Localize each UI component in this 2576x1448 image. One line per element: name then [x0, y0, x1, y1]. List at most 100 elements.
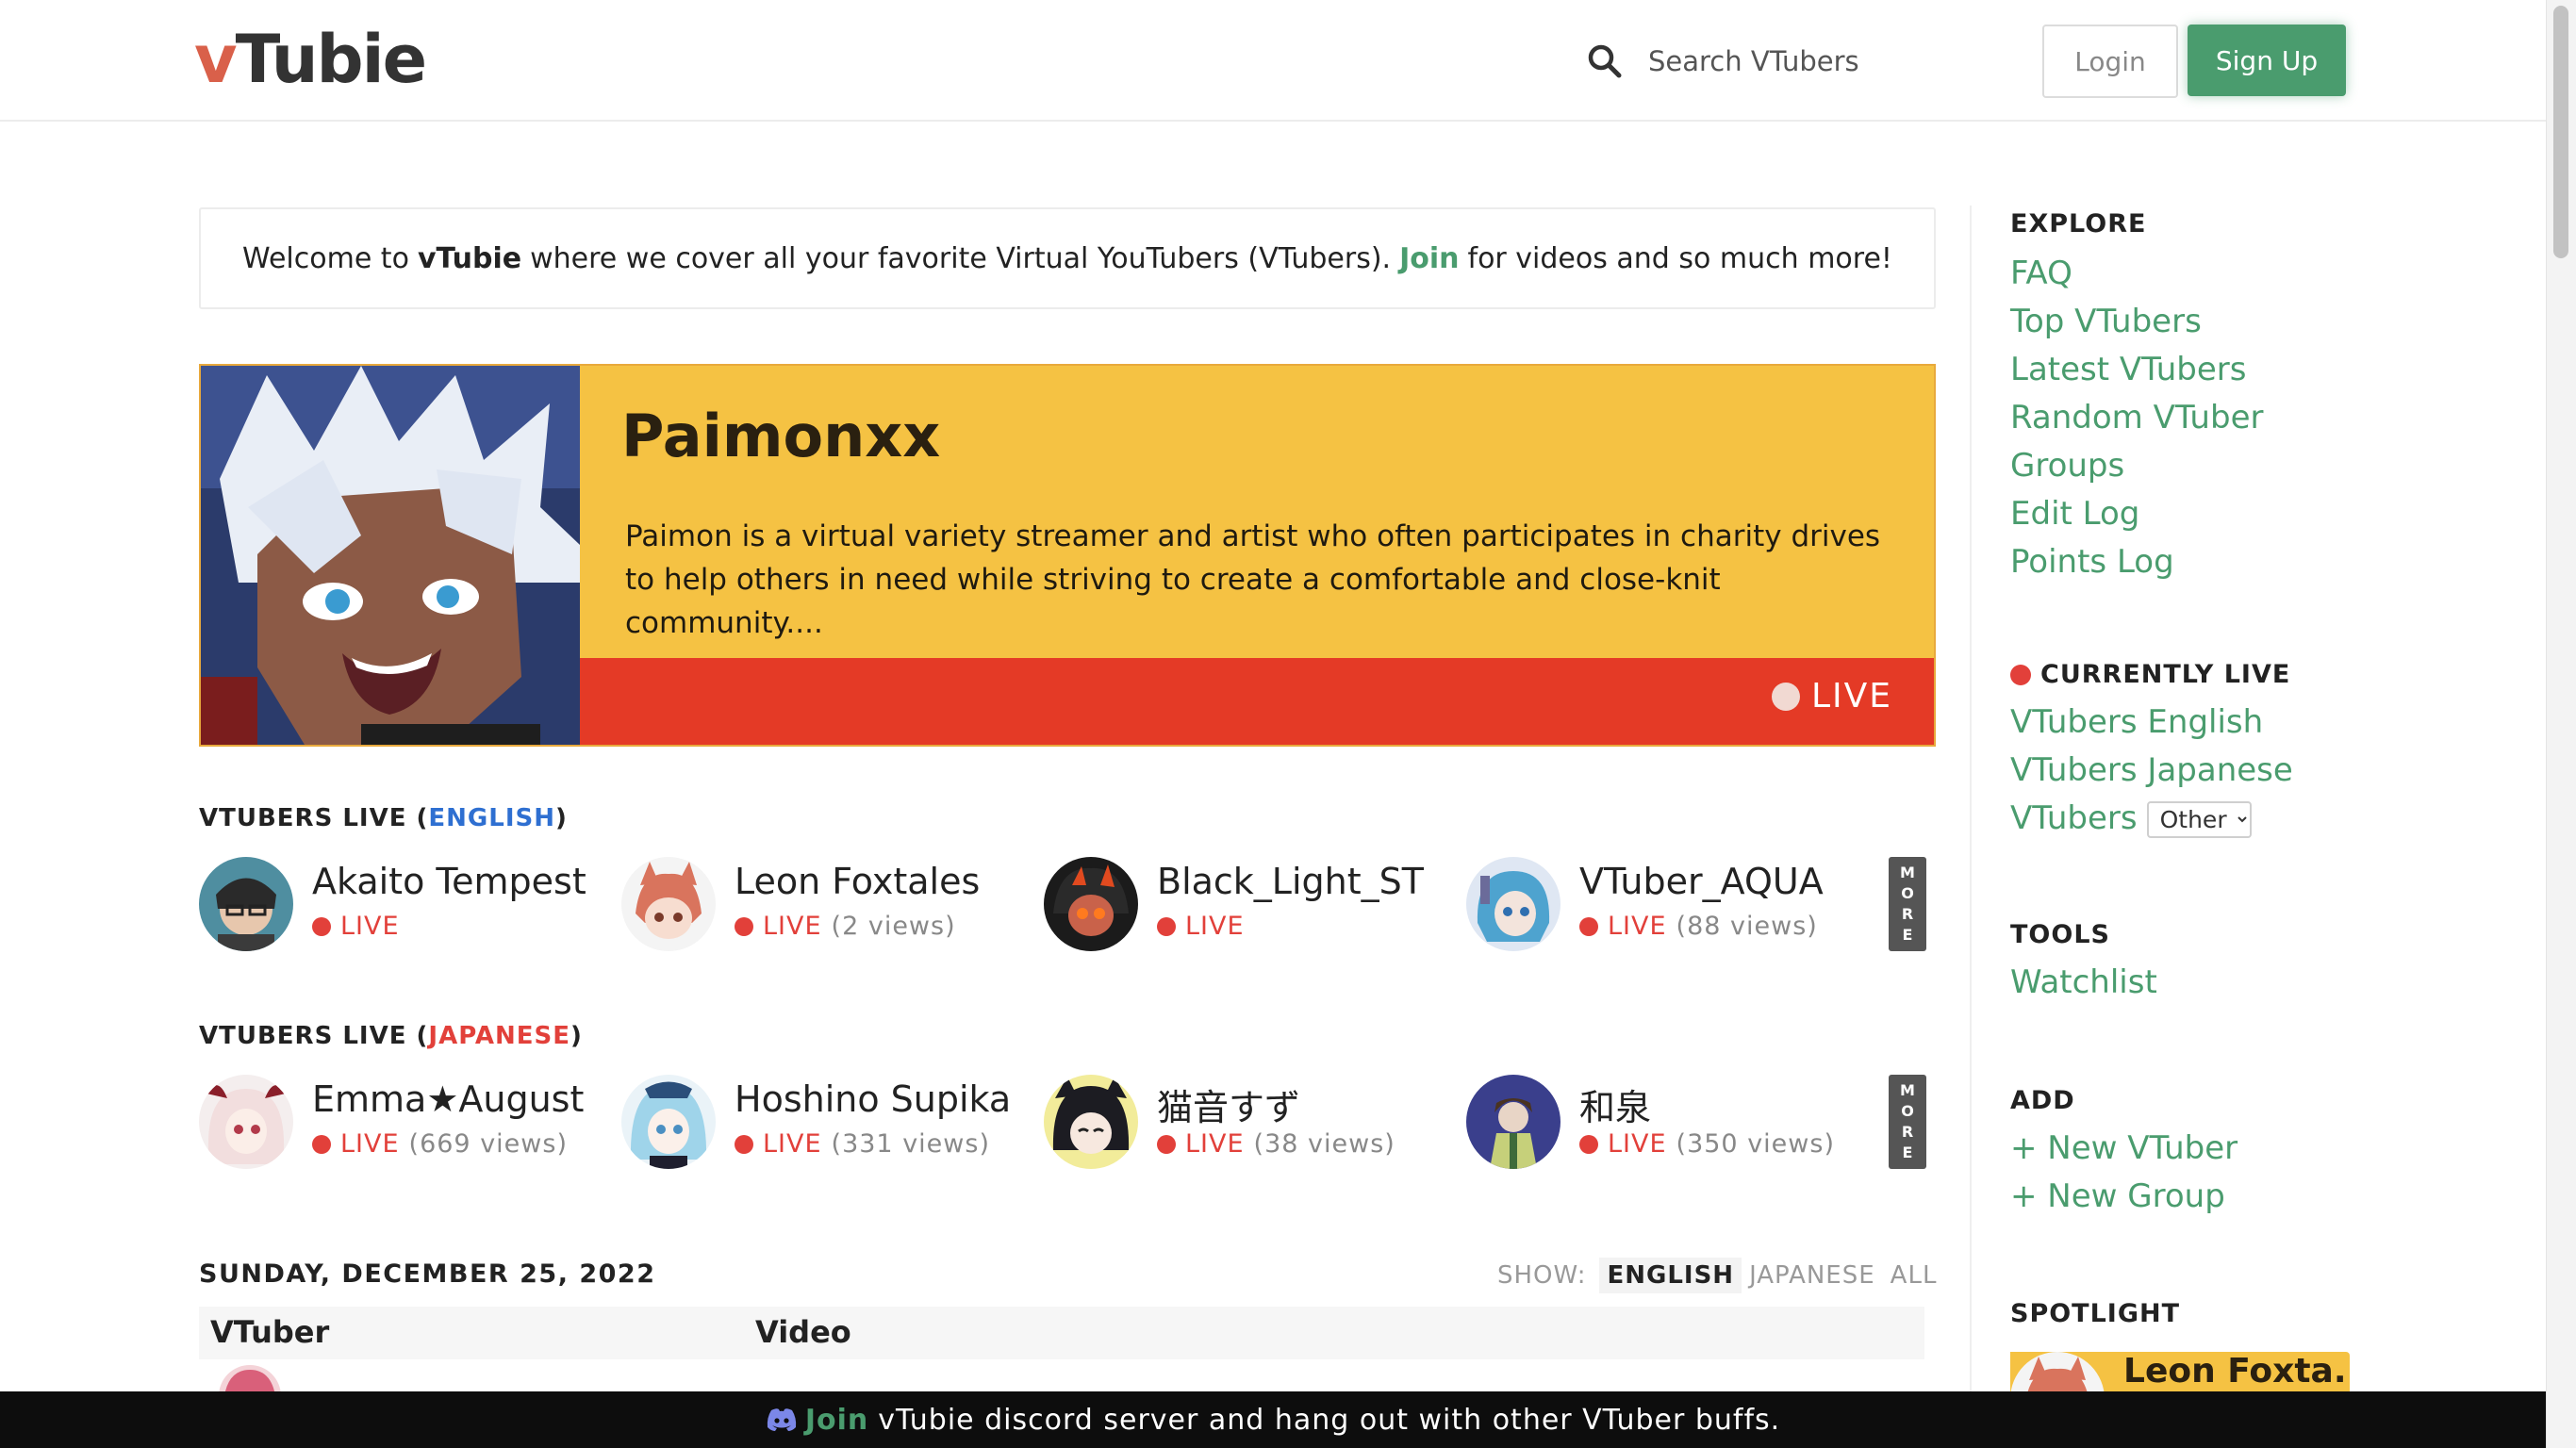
welcome-text-2: where we cover all your favorite Virtual…	[530, 241, 1392, 275]
vtuber-avatar[interactable]	[1044, 857, 1138, 951]
japanese-link[interactable]: JAPANESE	[428, 1022, 570, 1050]
vtuber-name[interactable]: 和泉	[1579, 1078, 1651, 1130]
live-dot-icon	[1579, 1134, 1598, 1154]
more-letter: E	[1902, 926, 1913, 944]
vtuber-avatar[interactable]	[1466, 1075, 1560, 1169]
page-scrollbar[interactable]	[2546, 0, 2576, 1448]
english-link[interactable]: ENGLISH	[428, 804, 555, 832]
live-label: LIVE	[1608, 912, 1667, 941]
show-option-english[interactable]: ENGLISH	[1599, 1258, 1742, 1293]
vtuber-live-status: LIVE (669 views)	[312, 1129, 568, 1159]
vtuber-live-status: LIVE (88 views)	[1579, 912, 1818, 941]
tools-heading: TOOLS	[2010, 920, 2110, 949]
vtuber-avatar[interactable]	[199, 857, 293, 951]
search-input[interactable]	[1646, 44, 1990, 78]
live-dot-icon	[2010, 664, 2031, 685]
featured-vtuber-description: Paimon is a virtual variety streamer and…	[625, 519, 1881, 640]
more-letter: E	[1902, 1144, 1913, 1161]
vtuber-name[interactable]: Hoshino Supika	[735, 1078, 1011, 1120]
logo-text: Tubie	[235, 21, 427, 98]
sidebar-link-top-vtubers[interactable]: Top VTubers	[2010, 298, 2482, 346]
heading-prefix: VTUBERS LIVE (	[199, 1022, 429, 1050]
sidebar-link-vtubers-english[interactable]: VTubers English	[2010, 699, 2482, 747]
vtuber-avatar[interactable]	[621, 857, 716, 951]
spotlight-avatar[interactable]	[2010, 1352, 2105, 1393]
vtuber-live-status: LIVE	[312, 912, 409, 941]
show-option-japanese[interactable]: JAPANESE	[1742, 1258, 1883, 1293]
sidebar-link-points-log[interactable]: Points Log	[2010, 538, 2482, 586]
signup-button[interactable]: Sign Up	[2188, 25, 2346, 96]
live-label: LIVE	[763, 912, 822, 941]
live-label: LIVE	[763, 1129, 822, 1159]
show-filter: SHOW: ENGLISH JAPANESE ALL	[1497, 1258, 1944, 1293]
featured-live-bar[interactable]: LIVE	[580, 658, 1934, 745]
discord-footer-text: vTubie discord server and hang out with …	[878, 1403, 1781, 1437]
more-letter: M	[1900, 864, 1915, 881]
live-dot-icon	[312, 916, 331, 936]
vtuber-name[interactable]: 猫音すず	[1157, 1078, 1300, 1130]
more-letter: R	[1901, 905, 1914, 923]
welcome-banner: Welcome to vTubie where we cover all you…	[199, 207, 1936, 309]
vtuber-name[interactable]: Black_Light_ST	[1157, 861, 1424, 902]
live-dot-icon	[735, 1134, 753, 1154]
vtuber-name[interactable]: Akaito Tempest	[312, 861, 586, 902]
spotlight-name[interactable]: Leon Foxta...	[2123, 1352, 2350, 1390]
vtuber-live-status: LIVE (350 views)	[1579, 1129, 1835, 1159]
sidebar-link-new-group[interactable]: + New Group	[2010, 1173, 2482, 1221]
discord-join-link[interactable]: Join	[805, 1404, 868, 1437]
spotlight-card[interactable]: Leon Foxta...	[2010, 1352, 2350, 1393]
logo-v: v	[194, 21, 238, 98]
live-dot-icon	[1157, 916, 1176, 936]
vtuber-name[interactable]: VTuber_AQUA	[1579, 861, 1824, 902]
show-option-all[interactable]: ALL	[1883, 1258, 1945, 1293]
sidebar-currently-live: CURRENTLY LIVE VTubers English VTubers J…	[2010, 660, 2482, 843]
login-button[interactable]: Login	[2042, 25, 2178, 98]
vtuber-name[interactable]: Emma★August	[312, 1078, 584, 1120]
sidebar-vtubers-other-row: VTubers Other	[2010, 795, 2482, 843]
currently-live-heading: CURRENTLY LIVE	[2010, 660, 2482, 689]
sidebar-link-vtubers-japanese[interactable]: VTubers Japanese	[2010, 747, 2482, 795]
featured-vtuber-name[interactable]: Paimonxx	[621, 402, 940, 470]
sidebar-link-latest-vtubers[interactable]: Latest VTubers	[2010, 346, 2482, 394]
sidebar-link-groups[interactable]: Groups	[2010, 442, 2482, 490]
show-label: SHOW:	[1497, 1261, 1587, 1290]
vtuber-avatar[interactable]	[199, 1075, 293, 1169]
sidebar-tools: TOOLS Watchlist	[2010, 920, 2482, 1007]
sidebar-link-faq[interactable]: FAQ	[2010, 250, 2482, 298]
vtuber-avatar[interactable]	[1044, 1075, 1138, 1169]
top-navbar: vTubie Login Sign Up	[0, 0, 2546, 122]
search-bar	[1586, 38, 1990, 85]
vtuber-avatar[interactable]	[1466, 857, 1560, 951]
heading-suffix: )	[570, 1022, 583, 1050]
sidebar-link-watchlist[interactable]: Watchlist	[2010, 959, 2482, 1007]
live-dot-icon	[1771, 682, 1800, 711]
vtubie-logo[interactable]: vTubie	[194, 21, 427, 98]
live-label: LIVE	[340, 1129, 400, 1159]
featured-vtuber-card[interactable]: Paimonxx Paimon is a virtual variety str…	[199, 364, 1936, 747]
live-dot-icon	[312, 1134, 331, 1154]
discord-icon	[767, 1408, 796, 1431]
live-dot-icon	[1579, 916, 1598, 936]
vtuber-live-status: LIVE (38 views)	[1157, 1129, 1395, 1159]
vtuber-avatar[interactable]	[621, 1075, 716, 1169]
view-count: (88 views)	[1676, 912, 1818, 941]
more-english-button[interactable]: M O R E	[1889, 857, 1926, 951]
sidebar-link-new-vtuber[interactable]: + New VTuber	[2010, 1125, 2482, 1173]
scrollbar-thumb[interactable]	[2553, 6, 2568, 258]
sidebar-link-vtubers[interactable]: VTubers	[2010, 799, 2138, 837]
vtuber-name[interactable]: Leon Foxtales	[735, 861, 980, 902]
featured-vtuber-image[interactable]	[201, 366, 580, 745]
live-english-heading: VTUBERS LIVE (ENGLISH)	[199, 804, 568, 832]
spotlight-heading: SPOTLIGHT	[2010, 1299, 2181, 1328]
search-icon[interactable]	[1586, 42, 1624, 80]
sidebar-link-edit-log[interactable]: Edit Log	[2010, 490, 2482, 538]
welcome-join-link[interactable]: Join	[1399, 242, 1459, 275]
explore-heading: EXPLORE	[2010, 209, 2147, 239]
more-japanese-button[interactable]: M O R E	[1889, 1075, 1926, 1169]
language-select[interactable]: Other	[2146, 801, 2252, 838]
sidebar-link-random-vtuber[interactable]: Random VTuber	[2010, 394, 2482, 442]
featured-live-label: LIVE	[1810, 677, 1892, 716]
more-letter: O	[1901, 884, 1914, 902]
more-letter: R	[1901, 1123, 1914, 1141]
vtuber-live-status: LIVE (331 views)	[735, 1129, 990, 1159]
